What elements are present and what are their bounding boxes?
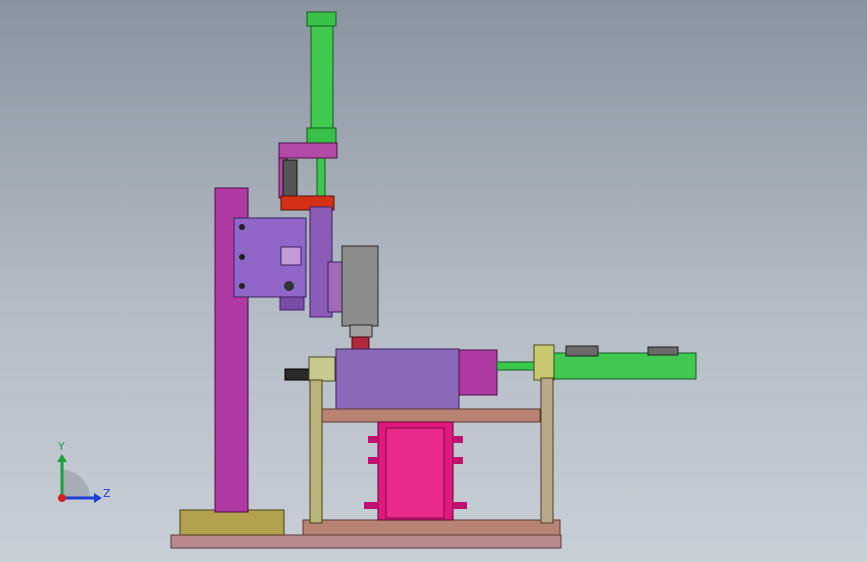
actuator-bolt (364, 502, 378, 509)
gripper-jaw[interactable] (349, 324, 373, 338)
mounting-plate-lower[interactable] (279, 296, 305, 311)
actuator-bolt (368, 457, 378, 464)
spring-guide[interactable] (282, 159, 298, 197)
actuator-bolt (453, 436, 463, 443)
cylinder-bottom-cap[interactable] (306, 127, 337, 145)
y-axis-label: Y (58, 440, 65, 453)
frame-post-right[interactable] (540, 377, 554, 524)
frame-beam[interactable] (321, 408, 541, 423)
horizontal-cylinder-rod[interactable] (496, 361, 538, 371)
left-mount-block[interactable] (308, 356, 336, 382)
mounting-plate-knob (284, 281, 294, 291)
bolt (239, 224, 245, 230)
cylinder-top-cap[interactable] (306, 11, 337, 27)
central-housing[interactable] (335, 348, 460, 410)
base-block-olive[interactable] (179, 509, 285, 536)
housing-end-block[interactable] (458, 349, 498, 396)
left-adjust-screw[interactable] (284, 368, 310, 381)
actuator-bolt (453, 457, 463, 464)
cad-viewport[interactable]: Y Z (0, 0, 867, 562)
horizontal-cylinder-fitting (565, 345, 599, 357)
cylinder-rod[interactable] (316, 157, 326, 199)
cylinder-bracket-top[interactable] (278, 142, 338, 159)
coordinate-triad: Y Z (48, 440, 118, 510)
bolt (239, 254, 245, 260)
actuator-bolt (453, 502, 467, 509)
cad-assembly-model[interactable] (0, 0, 867, 562)
pink-actuator-inner (385, 427, 445, 519)
base-plate[interactable] (170, 534, 562, 549)
horizontal-cylinder-fitting (647, 346, 679, 356)
bolt (239, 283, 245, 289)
mounting-plate-square (280, 246, 302, 266)
frame-post-left[interactable] (309, 379, 323, 524)
base-frame-bottom[interactable] (302, 519, 561, 536)
z-axis-label: Z (103, 487, 111, 500)
actuator-bolt (368, 436, 378, 443)
gripper-body[interactable] (341, 245, 379, 327)
horizontal-cylinder-barrel[interactable] (553, 352, 697, 380)
cylinder-barrel[interactable] (310, 25, 334, 131)
horizontal-cylinder-mount[interactable] (533, 344, 555, 381)
